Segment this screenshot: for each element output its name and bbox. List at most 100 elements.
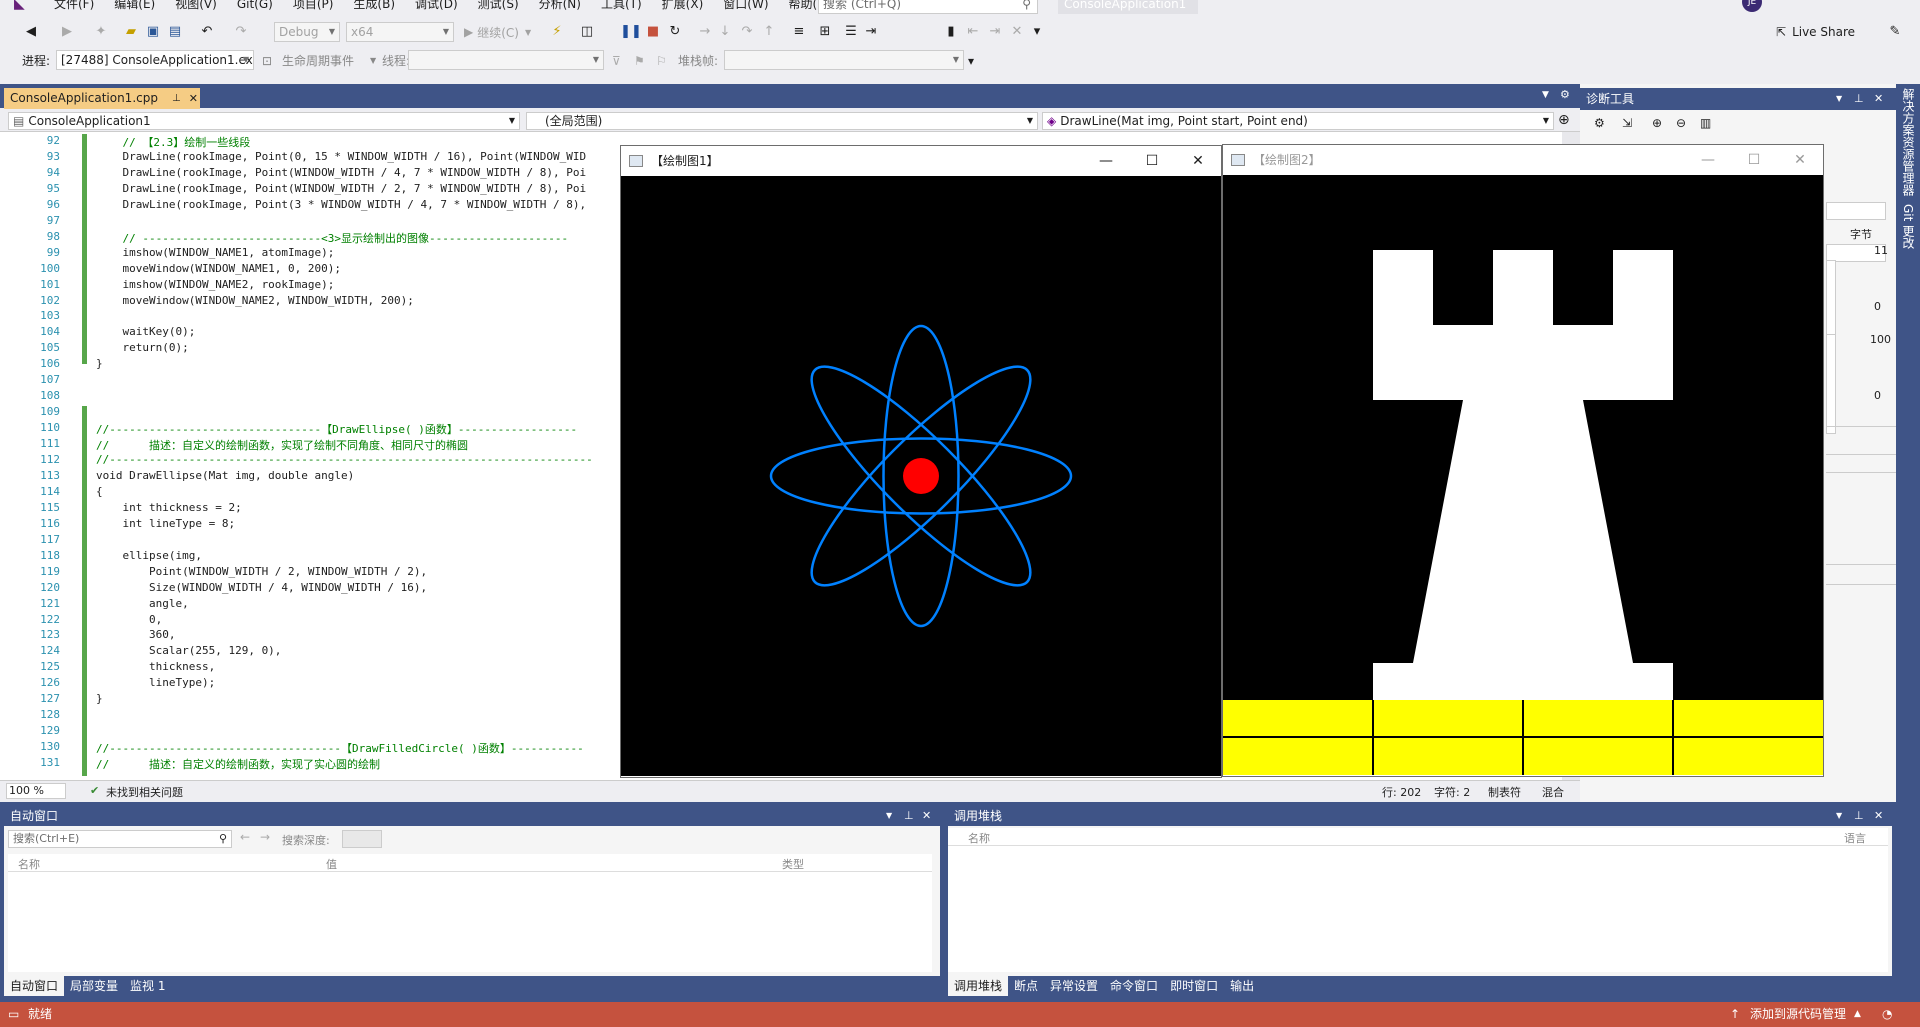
code-line[interactable]: Size(WINDOW_WIDTH / 4, WINDOW_WIDTH / 16… [96,581,427,594]
indent-icon[interactable]: ⇥ [864,20,878,42]
prev-bookmark-icon[interactable]: ⇤ [966,20,980,42]
close-icon[interactable]: ✕ [922,806,931,826]
thread-select[interactable]: ▼ [408,50,604,70]
back-arrow-icon[interactable]: ← [240,830,250,844]
chevron-down-icon[interactable]: ▼ [1836,806,1842,826]
add-to-source-control-button[interactable]: 添加到源代码管理 [1750,1002,1846,1027]
opencv-window-1[interactable]: 【绘制图1】 — ☐ ✕ [620,145,1222,778]
menu-window[interactable]: 窗口(W) [713,0,778,11]
code-line[interactable]: waitKey(0); [96,325,195,338]
code-line[interactable]: angle, [96,597,189,610]
code-line[interactable]: //--------------------------------------… [96,453,593,466]
menu-extensions[interactable]: 扩展(X) [652,0,714,11]
menu-analyze[interactable]: 分析(N) [529,0,591,11]
col-value-header[interactable]: 值 [326,856,337,872]
customize-toolbar-icon[interactable]: ▾ [968,52,974,70]
open-folder-icon[interactable]: ▰ [122,20,140,42]
step-over-icon[interactable]: ↷ [740,20,754,42]
platform-select[interactable]: x64 ▼ [346,22,454,42]
stack-frame-select[interactable]: ▼ [724,50,964,70]
col-language-header[interactable]: 语言 [1844,830,1866,846]
chevron-down-icon[interactable]: ▼ [886,806,892,826]
tab-output[interactable]: 输出 [1224,976,1260,996]
unflag-icon[interactable]: ⚐ [656,52,667,70]
code-line[interactable]: } [96,692,103,705]
code-line[interactable]: { [96,485,103,498]
menu-build[interactable]: 生成(B) [343,0,405,11]
code-line[interactable]: void DrawEllipse(Mat img, double angle) [96,469,354,482]
close-icon[interactable]: ✕ [1777,145,1823,175]
code-line[interactable]: ellipse(img, [96,549,201,562]
code-line[interactable]: 0, [96,613,162,626]
search-depth-select[interactable] [342,830,382,848]
close-icon[interactable]: ✕ [1874,88,1883,110]
save-icon[interactable]: ▣ [144,20,162,42]
menu-edit[interactable]: 编辑(E) [104,0,165,11]
opencv-window-2[interactable]: 【绘制图2】 — ☐ ✕ [1222,144,1824,777]
code-line[interactable]: DrawLine(rookImage, Point(3 * WINDOW_WID… [96,198,586,211]
code-line[interactable]: DrawLine(rookImage, Point(WINDOW_WIDTH /… [96,166,586,179]
minimize-icon[interactable]: — [1083,146,1129,176]
continue-button[interactable]: ▶ 继续(C) ▼ [464,22,531,42]
feedback-icon[interactable]: ✎ [1886,20,1904,42]
code-line[interactable]: imshow(WINDOW_NAME2, rookImage); [96,278,334,291]
pin-icon[interactable]: ⊥ [172,88,181,109]
char-indicator[interactable]: 字符: 2 [1434,784,1470,800]
zoom-in-icon[interactable]: ⊕ [1652,116,1662,130]
global-search-input[interactable]: 搜索 (Ctrl+Q) ⚲ [818,0,1038,14]
pin-icon[interactable]: ⊥ [904,806,914,826]
screenshot-icon[interactable]: ◫ [578,20,596,42]
close-icon[interactable]: ✕ [1175,146,1221,176]
stop-icon[interactable]: ■ [646,20,660,42]
undo-icon[interactable]: ↶ [198,20,216,42]
chevron-down-icon[interactable]: ▼ [1836,88,1842,110]
export-icon[interactable]: ⇲ [1622,116,1632,130]
close-icon[interactable]: ✕ [189,88,198,109]
code-line[interactable]: lineType); [96,676,215,689]
breakpoint-icon[interactable]: ≡ [792,20,806,42]
show-next-statement-icon[interactable]: → [698,20,712,42]
tab-list-icon[interactable]: ▼ [1542,90,1549,100]
code-line[interactable]: int lineType = 8; [96,517,235,530]
code-line[interactable]: //-----------------------------------【Dr… [96,740,584,756]
code-line[interactable]: return(0); [96,341,188,354]
window-2-title-bar[interactable]: 【绘制图2】 — ☐ ✕ [1223,145,1823,175]
tab-breakpoints[interactable]: 断点 [1008,976,1044,996]
code-line[interactable]: DrawLine(rookImage, Point(0, 15 * WINDOW… [96,150,586,163]
col-type-header[interactable]: 类型 [782,856,804,872]
scope-select[interactable]: (全局范围) ▼ [526,112,1038,130]
tab-immediate-window[interactable]: 即时窗口 [1164,976,1224,996]
filter-icon[interactable]: ⊽ [612,52,621,70]
code-line[interactable]: 360, [96,628,176,641]
autos-search-input[interactable]: 搜索(Ctrl+E) ⚲ [8,830,232,848]
code-line[interactable]: } [96,357,103,370]
window-1-title-bar[interactable]: 【绘制图1】 — ☐ ✕ [621,146,1221,176]
issues-status[interactable]: 未找到相关问题 [106,784,183,800]
code-line[interactable]: moveWindow(WINDOW_NAME1, 0, 200); [96,262,341,275]
step-into-icon[interactable]: ↓ [718,20,732,42]
tab-watch-1[interactable]: 监视 1 [124,976,171,996]
tab-consoleapplication1-cpp[interactable]: ConsoleApplication1.cpp ⊥ ✕ [4,88,200,109]
minimize-icon[interactable]: — [1685,145,1731,175]
close-icon[interactable]: ✕ [1874,806,1883,826]
menu-test[interactable]: 测试(S) [468,0,529,11]
pause-icon[interactable]: ❚❚ [620,20,642,42]
code-map-icon[interactable]: ⊞ [818,20,832,42]
zoom-select[interactable]: 100 % [6,783,66,799]
menu-git[interactable]: Git(G) [227,0,283,11]
code-line[interactable]: Point(WINDOW_WIDTH / 2, WINDOW_WIDTH / 2… [96,565,427,578]
pin-icon[interactable]: ⊥ [1854,806,1864,826]
settings-gear-icon[interactable]: ⚙ [1560,88,1570,101]
maximize-icon[interactable]: ☐ [1129,146,1175,176]
menu-project[interactable]: 项目(P) [283,0,344,11]
line-indicator[interactable]: 行: 202 [1382,784,1421,800]
zoom-out-icon[interactable]: ⊖ [1676,116,1686,130]
code-line[interactable]: // 【2.3】绘制一些线段 [96,134,250,150]
member-select[interactable]: ◈ DrawLine(Mat img, Point start, Point en… [1042,112,1554,130]
tab-command-window[interactable]: 命令窗口 [1104,976,1164,996]
settings-gear-icon[interactable]: ⚙ [1594,116,1605,130]
save-all-icon[interactable]: ▤ [166,20,184,42]
user-avatar[interactable]: JE [1742,0,1762,12]
forward-icon[interactable]: ▶ [58,20,76,42]
tab-mode-indicator[interactable]: 制表符 [1488,784,1521,800]
